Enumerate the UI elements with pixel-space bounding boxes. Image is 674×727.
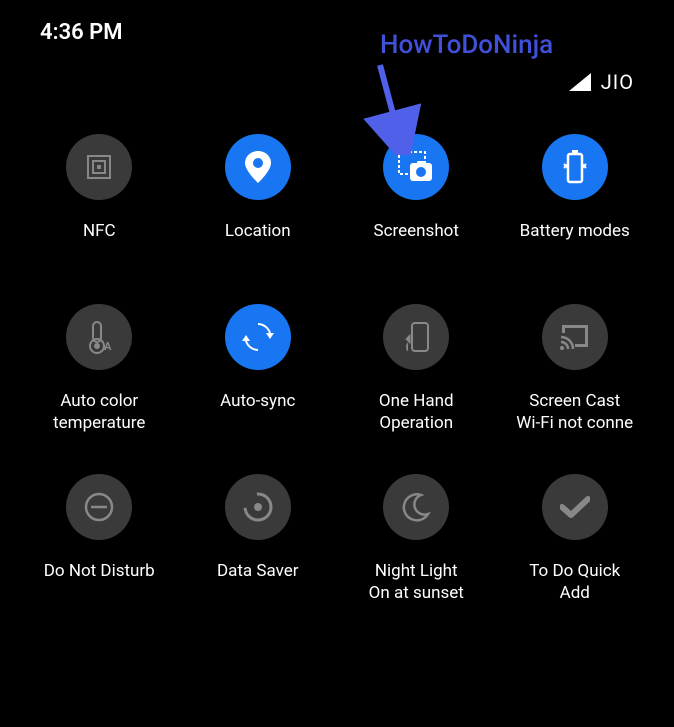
one-hand-icon (383, 304, 449, 370)
tile-data-saver[interactable]: Data Saver (179, 474, 338, 604)
time-label: 4:36 PM (40, 20, 123, 45)
moon-icon (383, 474, 449, 540)
location-icon (225, 134, 291, 200)
tile-night-light[interactable]: Night Light On at sunset (337, 474, 496, 604)
dnd-icon (66, 474, 132, 540)
checkmark-icon (542, 474, 608, 540)
tile-label: Do Not Disturb (44, 560, 155, 604)
signal-icon (569, 73, 591, 91)
tile-label: One Hand Operation (379, 390, 454, 434)
tile-label: Screen Cast Wi-Fi not conne (516, 390, 633, 434)
quick-settings-grid: NFC Location Screenshot (0, 114, 674, 624)
tile-location[interactable]: Location (179, 134, 338, 264)
tile-nfc[interactable]: NFC (20, 134, 179, 264)
tile-label: Battery modes (520, 220, 630, 264)
carrier-label: JIO (601, 70, 634, 94)
tile-one-hand-operation[interactable]: One Hand Operation (337, 304, 496, 434)
tile-todo-quick-add[interactable]: To Do Quick Add (496, 474, 655, 604)
tile-label: To Do Quick Add (529, 560, 620, 604)
data-saver-icon (225, 474, 291, 540)
tile-auto-color-temperature[interactable]: A Auto color temperature (20, 304, 179, 434)
tile-label: Auto-sync (220, 390, 295, 434)
tile-label: Screenshot (374, 220, 459, 264)
nfc-icon (66, 134, 132, 200)
tile-do-not-disturb[interactable]: Do Not Disturb (20, 474, 179, 604)
svg-text:A: A (104, 340, 112, 353)
tile-label: Data Saver (217, 560, 299, 604)
tile-label: Auto color temperature (53, 390, 145, 434)
tile-screen-cast[interactable]: Screen Cast Wi-Fi not conne (496, 304, 655, 434)
cast-icon (542, 304, 608, 370)
sync-icon (225, 304, 291, 370)
tile-battery-modes[interactable]: Battery modes (496, 134, 655, 264)
status-bar: 4:36 PM (0, 0, 674, 55)
battery-icon (542, 134, 608, 200)
thermometer-icon: A (66, 304, 132, 370)
tile-auto-sync[interactable]: Auto-sync (179, 304, 338, 434)
annotation-arrow (330, 55, 430, 155)
tile-label: NFC (83, 220, 116, 264)
tile-label: Night Light On at sunset (369, 560, 464, 604)
tile-label: Location (225, 220, 291, 264)
annotation-text: HowToDoNinja (380, 30, 553, 60)
